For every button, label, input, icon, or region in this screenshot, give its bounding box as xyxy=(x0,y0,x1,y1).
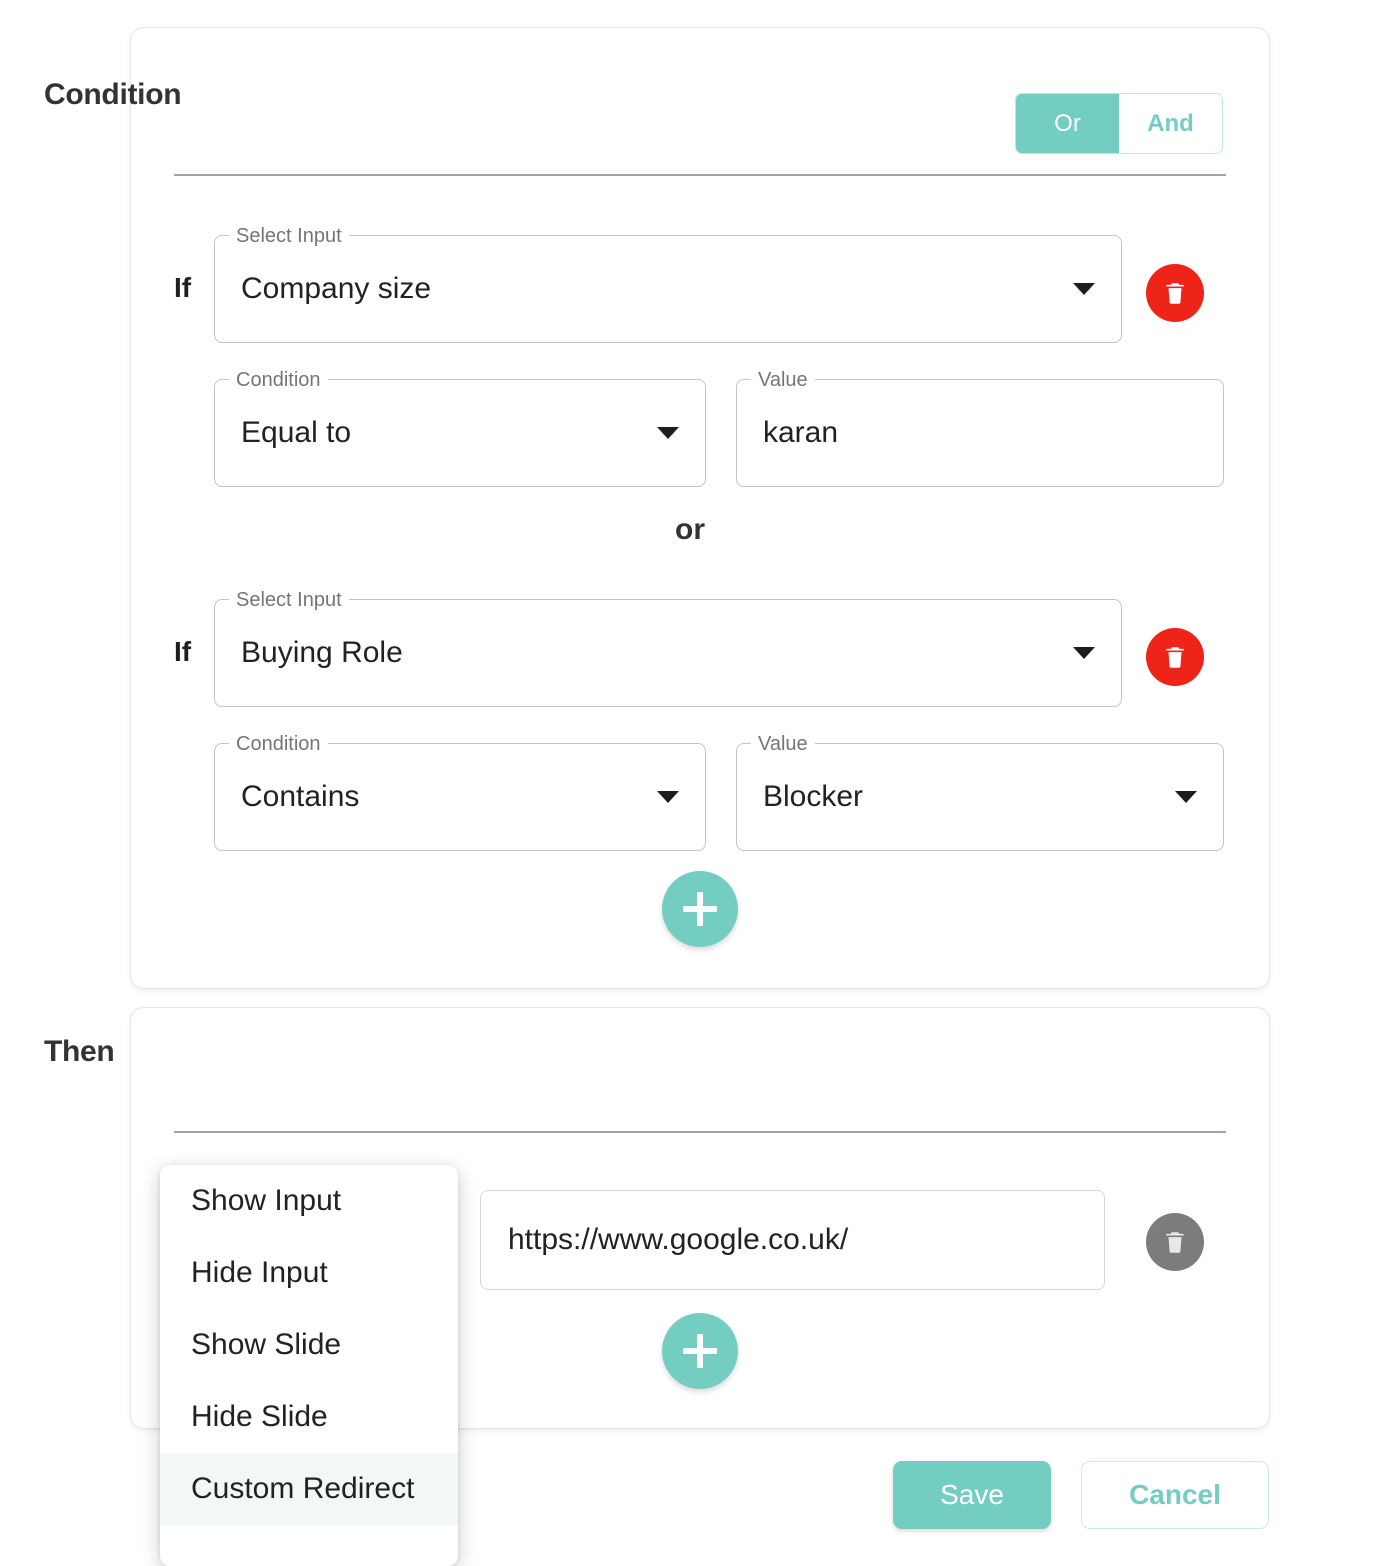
if-label-row-2: If xyxy=(174,636,191,668)
menu-item-show-input[interactable]: Show Input xyxy=(160,1165,458,1237)
condition-operator-row-2-value: Contains xyxy=(241,780,359,814)
chevron-down-icon[interactable] xyxy=(657,427,679,439)
condition-divider xyxy=(174,174,1226,176)
delete-condition-row-2-button[interactable] xyxy=(1146,628,1204,686)
condition-operator-row-1[interactable]: Condition Equal to xyxy=(214,379,706,487)
condition-operator-row-2-legend: Condition xyxy=(229,733,328,755)
condition-card-title: Condition xyxy=(44,78,181,112)
then-divider xyxy=(174,1131,1226,1133)
plus-icon xyxy=(683,1334,717,1368)
condition-value-row-2-value: Blocker xyxy=(763,780,863,814)
condition-operator-row-1-value: Equal to xyxy=(241,416,351,450)
condition-value-row-1-legend: Value xyxy=(751,369,815,391)
menu-item-hide-input[interactable]: Hide Input xyxy=(160,1237,458,1309)
condition-operator-row-1-legend: Condition xyxy=(229,369,328,391)
condition-value-row-1-value: karan xyxy=(763,416,838,450)
condition-value-row-2-legend: Value xyxy=(751,733,815,755)
redirect-url-input[interactable]: https://www.google.co.uk/ xyxy=(480,1190,1105,1290)
logic-operator-toggle[interactable]: Or And xyxy=(1015,93,1223,154)
menu-item-hide-slide[interactable]: Hide Slide xyxy=(160,1381,458,1453)
select-input-row-1[interactable]: Select Input Company size xyxy=(214,235,1122,343)
delete-action-button[interactable] xyxy=(1146,1213,1204,1271)
cancel-button[interactable]: Cancel xyxy=(1081,1461,1269,1529)
toggle-option-and[interactable]: And xyxy=(1119,94,1222,153)
if-label-row-1: If xyxy=(174,272,191,304)
condition-operator-row-2[interactable]: Condition Contains xyxy=(214,743,706,851)
chevron-down-icon[interactable] xyxy=(1073,283,1095,295)
select-input-row-1-legend: Select Input xyxy=(229,225,349,247)
menu-item-custom-redirect[interactable]: Custom Redirect xyxy=(160,1453,458,1525)
logic-separator-text: or xyxy=(0,513,1380,547)
plus-icon xyxy=(683,892,717,926)
trash-icon xyxy=(1162,643,1188,671)
chevron-down-icon[interactable] xyxy=(1073,647,1095,659)
trash-icon xyxy=(1162,279,1188,307)
chevron-down-icon[interactable] xyxy=(1175,791,1197,803)
condition-value-row-1[interactable]: Value karan xyxy=(736,379,1224,487)
menu-item-show-slide[interactable]: Show Slide xyxy=(160,1309,458,1381)
select-input-row-2[interactable]: Select Input Buying Role xyxy=(214,599,1122,707)
add-condition-button[interactable] xyxy=(662,871,738,947)
trash-icon xyxy=(1162,1228,1188,1256)
rule-builder-page: Condition Or And If Select Input Company… xyxy=(0,0,1380,1566)
select-input-row-2-legend: Select Input xyxy=(229,589,349,611)
add-action-button[interactable] xyxy=(662,1313,738,1389)
redirect-url-value: https://www.google.co.uk/ xyxy=(508,1223,848,1257)
delete-condition-row-1-button[interactable] xyxy=(1146,264,1204,322)
toggle-option-or[interactable]: Or xyxy=(1016,94,1119,153)
save-button[interactable]: Save xyxy=(893,1461,1051,1529)
action-type-dropdown-menu[interactable]: Show Input Hide Input Show Slide Hide Sl… xyxy=(160,1165,458,1566)
select-input-row-2-value: Buying Role xyxy=(241,636,403,670)
condition-value-row-2[interactable]: Value Blocker xyxy=(736,743,1224,851)
then-card-title: Then xyxy=(44,1035,114,1069)
select-input-row-1-value: Company size xyxy=(241,272,431,306)
chevron-down-icon[interactable] xyxy=(657,791,679,803)
